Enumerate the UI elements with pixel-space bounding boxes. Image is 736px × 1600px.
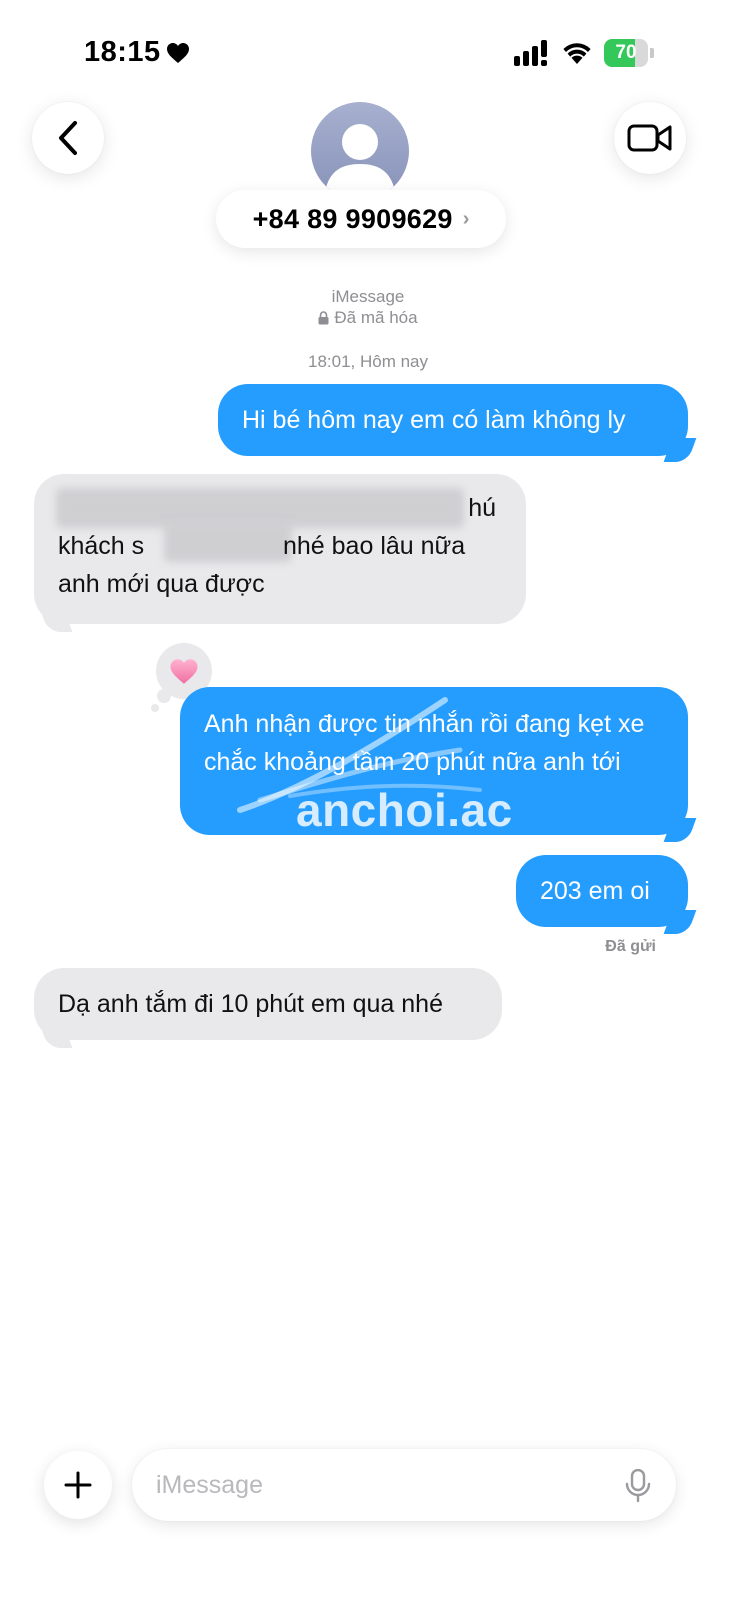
battery-icon: 70	[604, 39, 654, 67]
encryption-label: Đã mã hóa	[0, 308, 736, 328]
contact-name: +84 89 9909629	[252, 203, 453, 234]
message-bubble-incoming[interactable]: Dạ anh tắm đi 10 phút em qua nhé	[34, 968, 502, 1040]
message-input-container[interactable]	[132, 1449, 676, 1521]
video-camera-icon	[627, 124, 672, 152]
battery-level: 70	[615, 42, 637, 63]
message-text: hú	[468, 494, 496, 522]
watermark-text: anchoi.ac	[296, 784, 513, 836]
back-chevron-icon	[59, 121, 77, 155]
message-text: Hi bé hôm nay em có làm không ly	[242, 406, 626, 434]
lock-icon	[318, 311, 329, 325]
message-text: khách s	[58, 532, 145, 560]
avatar-person-icon	[325, 124, 395, 192]
microphone-icon[interactable]	[624, 1469, 652, 1503]
message-bubble-outgoing[interactable]: 203 em oi	[516, 855, 688, 927]
message-text: Dạ anh tắm đi 10 phút em qua nhé	[58, 990, 443, 1018]
message-timestamp: 18:01, Hôm nay	[307, 352, 428, 371]
message-bubble-incoming[interactable]: hú khách s nhé bao lâu nữa anh mới qua đ…	[34, 474, 526, 624]
signal-icon	[514, 40, 547, 66]
video-call-button[interactable]	[614, 102, 686, 174]
status-bar: 18:15 70	[0, 0, 736, 100]
back-button[interactable]	[32, 102, 104, 174]
message-input[interactable]	[156, 1463, 596, 1507]
message-text: 203 em oi	[540, 877, 650, 905]
contact-avatar[interactable]	[311, 102, 409, 200]
status-time: 18:15	[84, 36, 161, 68]
chevron-right-icon: ›	[462, 207, 470, 230]
encryption-text: Đã mã hóa	[334, 308, 418, 327]
message-bubble-outgoing[interactable]: Hi bé hôm nay em có làm không ly	[218, 384, 688, 456]
wifi-icon	[563, 43, 591, 64]
plus-icon	[64, 1471, 92, 1499]
heart-icon	[170, 658, 198, 684]
delivery-status: Đã gửi	[605, 938, 656, 955]
reaction-dot	[151, 704, 159, 712]
add-attachment-button[interactable]	[44, 1451, 112, 1519]
contact-name-button[interactable]: +84 89 9909629 ›	[216, 190, 506, 248]
service-label: iMessage	[331, 287, 405, 306]
message-text: anh mới qua được	[58, 570, 265, 598]
message-text: nhé bao lâu nữa	[283, 532, 466, 560]
heart-icon	[167, 43, 189, 63]
